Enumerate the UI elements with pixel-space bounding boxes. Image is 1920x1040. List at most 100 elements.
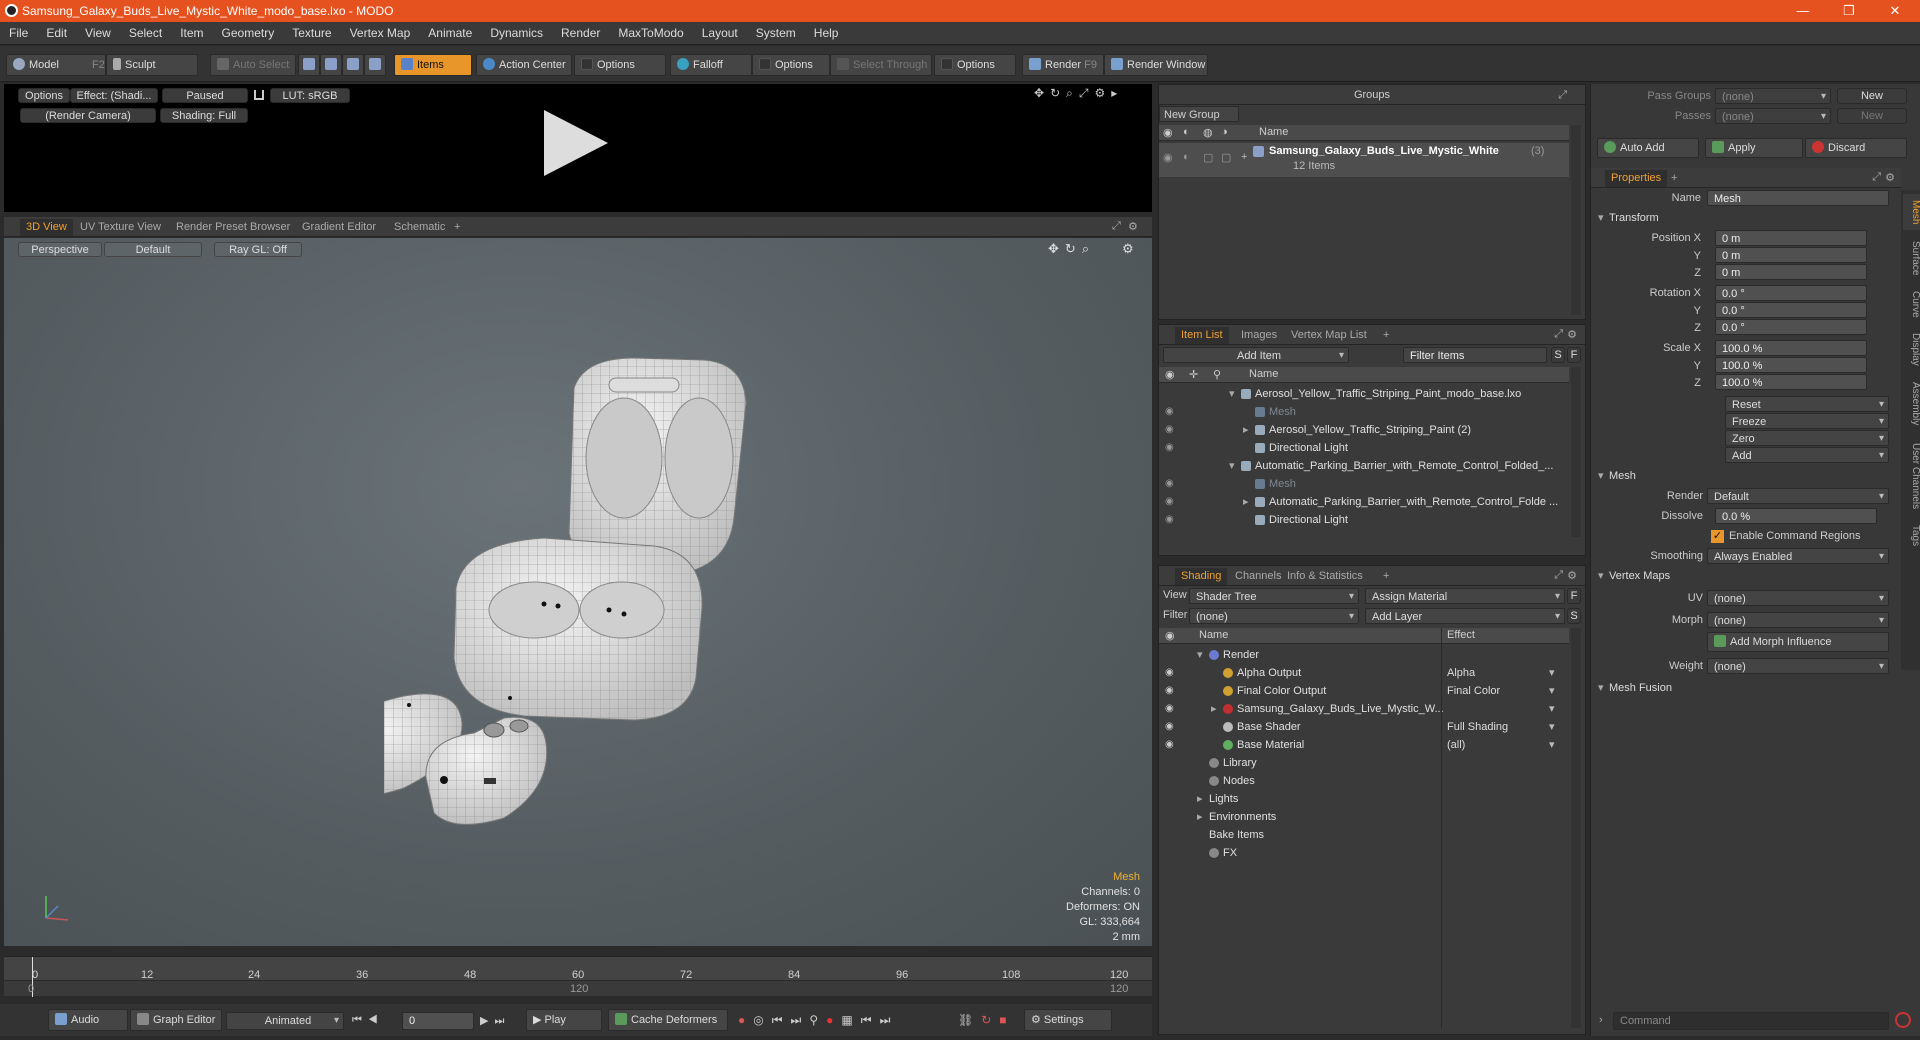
- eye-icon[interactable]: ◉: [1165, 515, 1175, 525]
- eye-icon[interactable]: ◉: [1165, 425, 1175, 435]
- gear-icon[interactable]: ⚙: [1122, 241, 1134, 257]
- render-dropdown[interactable]: Default: [1707, 488, 1889, 505]
- checkbox-checked-icon[interactable]: ✓: [1711, 530, 1724, 543]
- eye-icon[interactable]: ◉: [1163, 151, 1173, 164]
- menu-texture[interactable]: Texture: [283, 26, 340, 40]
- lock-icon[interactable]: ◍: [1203, 126, 1213, 139]
- uv-dropdown[interactable]: (none): [1707, 590, 1889, 607]
- item-list-row[interactable]: ▾ Automatic_Parking_Barrier_with_Remote_C…: [1159, 457, 1569, 475]
- add-tab-button[interactable]: +: [448, 219, 466, 236]
- menu-vertex-map[interactable]: Vertex Map: [341, 26, 420, 40]
- shader-tree-row[interactable]: Bake Items: [1159, 826, 1569, 844]
- lock-icon[interactable]: ✛: [1189, 368, 1198, 381]
- 3d-viewport[interactable]: Perspective Default Ray GL: Off ✥↻⌕ ⚙ Me…: [4, 238, 1152, 946]
- menu-dynamics[interactable]: Dynamics: [481, 26, 552, 40]
- rotate-icon[interactable]: ↻: [1050, 86, 1066, 100]
- eye-icon[interactable]: ◉: [1165, 668, 1175, 678]
- effect-dropdown[interactable]: Full Shading: [1447, 718, 1508, 736]
- chevron-right-icon[interactable]: ▸: [1211, 700, 1217, 718]
- transform-section[interactable]: Transform: [1591, 210, 1901, 227]
- filter-s-button[interactable]: S: [1551, 347, 1565, 363]
- menu-edit[interactable]: Edit: [37, 26, 76, 40]
- model-button[interactable]: Model F2: [6, 54, 106, 76]
- add-tab-button[interactable]: +: [1377, 568, 1395, 585]
- chevron-down-icon[interactable]: ▾: [1549, 700, 1555, 718]
- tab-channels[interactable]: Channels: [1229, 568, 1287, 585]
- chevron-down-icon[interactable]: ▾: [1549, 664, 1555, 682]
- scale-x-field[interactable]: 100.0 %: [1715, 340, 1867, 356]
- item-list-scrollbar[interactable]: [1571, 367, 1581, 537]
- effect-dropdown[interactable]: Alpha: [1447, 664, 1475, 682]
- add-item-dropdown[interactable]: Add Item: [1163, 347, 1349, 364]
- side-tab-mesh[interactable]: Mesh: [1903, 194, 1920, 230]
- select-mode-materials[interactable]: [364, 54, 386, 76]
- shader-tree-row[interactable]: ◉ Alpha Output Alpha ▾: [1159, 664, 1569, 682]
- chevron-down-icon[interactable]: ▾: [1549, 736, 1555, 754]
- position-y-field[interactable]: 0 m: [1715, 247, 1867, 263]
- eye-icon[interactable]: ◉: [1165, 479, 1175, 489]
- items-mode-button[interactable]: Items: [394, 54, 472, 76]
- dissolve-field[interactable]: 0.0 %: [1715, 508, 1877, 524]
- expand-plus-icon[interactable]: +: [1241, 151, 1247, 163]
- item-list-row[interactable]: ◉ Directional Light: [1159, 439, 1569, 457]
- menu-layout[interactable]: Layout: [693, 26, 747, 40]
- minimize-icon[interactable]: —: [1780, 0, 1826, 22]
- view-dropdown[interactable]: Shader Tree: [1189, 588, 1359, 605]
- item-list-row[interactable]: ◉ Directional Light: [1159, 511, 1569, 529]
- tab-schematic[interactable]: Schematic: [388, 219, 451, 236]
- menu-system[interactable]: System: [747, 26, 805, 40]
- side-tab-assembly[interactable]: Assembly: [1903, 376, 1920, 432]
- preview-camera-dropdown[interactable]: (Render Camera): [20, 108, 156, 123]
- gear-icon[interactable]: ⚙: [1567, 569, 1577, 582]
- groups-scrollbar[interactable]: [1571, 125, 1581, 315]
- tab-render-preset-browser[interactable]: Render Preset Browser: [170, 219, 296, 236]
- zoom-icon[interactable]: ⌕: [1082, 241, 1095, 256]
- vertex-maps-section[interactable]: Vertex Maps: [1591, 568, 1901, 585]
- animated-dropdown[interactable]: Animated: [226, 1012, 344, 1030]
- menu-select[interactable]: Select: [120, 26, 171, 40]
- select-toggle-icon[interactable]: ▢: [1221, 151, 1231, 164]
- shading-s-button[interactable]: S: [1567, 608, 1581, 624]
- shader-tree-row[interactable]: ◉ Final Color Output Final Color ▾: [1159, 682, 1569, 700]
- settings-button[interactable]: ⚙ Settings: [1024, 1009, 1112, 1031]
- chevron-right-icon[interactable]: ▸: [1243, 493, 1249, 511]
- mesh-fusion-section[interactable]: Mesh Fusion: [1591, 680, 1901, 697]
- add-tab-button[interactable]: +: [1377, 327, 1395, 344]
- select-through-button[interactable]: Select Through: [830, 54, 932, 76]
- pass-groups-new-button[interactable]: New: [1837, 88, 1907, 104]
- chevron-down-icon[interactable]: ▾: [1549, 682, 1555, 700]
- apply-button[interactable]: Apply: [1705, 138, 1803, 158]
- side-tab-surface[interactable]: Surface: [1903, 234, 1920, 282]
- menu-animate[interactable]: Animate: [419, 26, 481, 40]
- chevron-down-icon[interactable]: ▾: [1229, 457, 1235, 475]
- move-icon[interactable]: ✥: [1034, 86, 1050, 100]
- cache-deformers-button[interactable]: Cache Deformers: [608, 1009, 728, 1031]
- gear-icon[interactable]: ⚙: [1567, 328, 1577, 341]
- gear-icon[interactable]: ⚙: [1128, 220, 1138, 233]
- eye-icon[interactable]: ◉: [1165, 407, 1175, 417]
- expand-icon[interactable]: ⤢: [1554, 569, 1563, 582]
- pass-groups-dropdown[interactable]: (none): [1715, 88, 1831, 105]
- shader-tree-row[interactable]: ◉ ▸ Samsung_Galaxy_Buds_Live_Mystic_W... ▾: [1159, 700, 1569, 718]
- timeline[interactable]: 0 12 24 36 48 60 72 84 96 108 120 0 120 …: [4, 956, 1152, 997]
- key-back-icon[interactable]: ⏮: [861, 1013, 880, 1027]
- chevron-down-icon[interactable]: ▾: [1197, 646, 1203, 664]
- chevron-down-icon[interactable]: ▾: [1229, 385, 1235, 403]
- filter-items-input[interactable]: Filter Items: [1403, 347, 1547, 363]
- command-history-icon[interactable]: [1895, 1012, 1911, 1028]
- eye-icon[interactable]: ◉: [1165, 740, 1175, 750]
- tab-uv-texture-view[interactable]: UV Texture View: [74, 219, 167, 236]
- tab-3d-view[interactable]: 3D View: [20, 219, 73, 236]
- lock-icon[interactable]: [254, 90, 264, 100]
- weight-dropdown[interactable]: (none): [1707, 658, 1889, 675]
- lock-toggle-icon[interactable]: ▢: [1203, 151, 1213, 164]
- add-layer-dropdown[interactable]: Add Layer: [1365, 608, 1565, 625]
- eye-icon[interactable]: ◉: [1165, 443, 1175, 453]
- tab-gradient-editor[interactable]: Gradient Editor: [296, 219, 382, 236]
- perspective-dropdown[interactable]: Perspective: [18, 242, 102, 257]
- zero-dropdown[interactable]: Zero: [1725, 430, 1889, 447]
- key-all-icon[interactable]: ◎: [753, 1013, 771, 1027]
- item-list-row[interactable]: ▾ Aerosol_Yellow_Traffic_Striping_Paint_m…: [1159, 385, 1569, 403]
- freeze-dropdown[interactable]: Freeze: [1725, 413, 1889, 430]
- auto-select-button[interactable]: Auto Select: [210, 54, 296, 76]
